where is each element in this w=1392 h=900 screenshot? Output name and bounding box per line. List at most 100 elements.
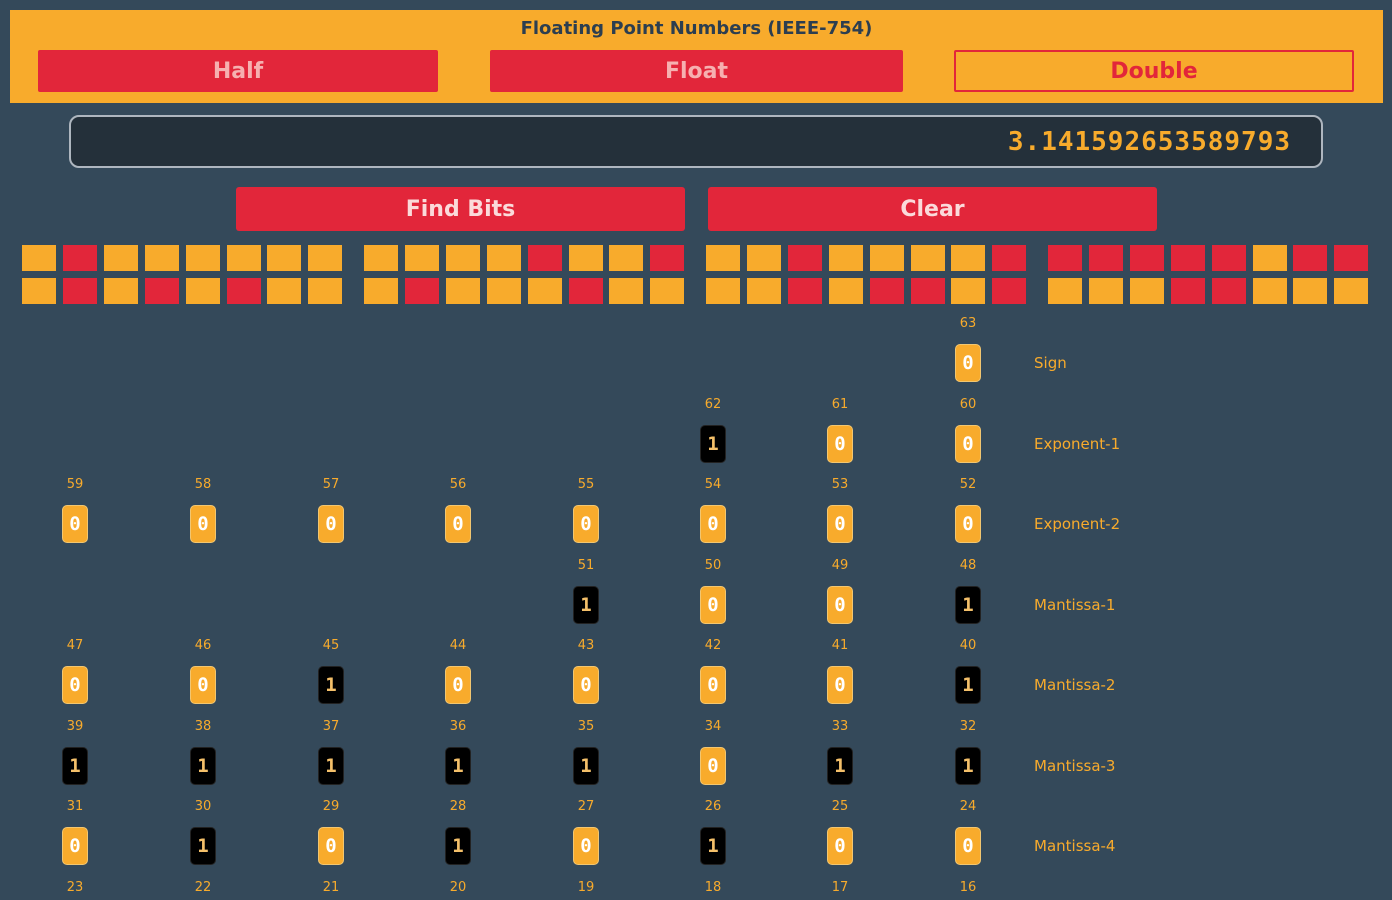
bit-position: 37 <box>322 718 340 734</box>
bit-position: 49 <box>831 557 849 573</box>
bit-value[interactable]: 1 <box>190 827 216 865</box>
bit-value[interactable]: 1 <box>955 746 981 785</box>
bit-cell <box>1293 278 1328 304</box>
bit-cell <box>226 278 261 304</box>
bit-value[interactable]: 1 <box>573 585 599 624</box>
half-mode-button[interactable]: Half <box>38 50 438 92</box>
bit-cell <box>226 245 261 271</box>
bit-cell <box>869 278 904 304</box>
bit-position: 30 <box>194 799 212 814</box>
bit-value[interactable]: 0 <box>700 505 726 543</box>
bit-cell <box>267 245 302 271</box>
bit-cell <box>992 245 1027 271</box>
bit-position: 50 <box>704 557 722 573</box>
bit-cell <box>951 245 986 271</box>
bit-position: 24 <box>959 799 977 814</box>
bit-value[interactable]: 0 <box>445 666 471 704</box>
bit-cell <box>103 278 138 304</box>
bit-position: 18 <box>704 879 722 895</box>
float-mode-button[interactable]: Float <box>490 50 903 92</box>
bit-position: 27 <box>577 799 595 814</box>
header-bar: Floating Point Numbers (IEEE-754) Half F… <box>10 10 1383 103</box>
bit-cell <box>404 245 439 271</box>
bit-value[interactable]: 0 <box>190 505 216 543</box>
bit-cell <box>1048 245 1082 271</box>
bit-position: 48 <box>959 557 977 573</box>
bit-value[interactable]: 1 <box>955 666 981 704</box>
bit-position: 63 <box>959 316 977 331</box>
bit-value[interactable]: 0 <box>190 666 216 704</box>
bit-position: 46 <box>194 638 212 653</box>
bit-value[interactable]: 0 <box>827 505 853 543</box>
bit-cell <box>787 278 822 304</box>
bit-cell <box>1293 245 1328 271</box>
bit-cell <box>185 245 220 271</box>
bit-cell <box>1170 278 1205 304</box>
double-mode-button[interactable]: Double <box>954 50 1354 92</box>
bit-position: 26 <box>704 799 722 814</box>
bit-value[interactable]: 0 <box>573 505 599 543</box>
bit-cell <box>22 278 56 304</box>
bit-value[interactable]: 0 <box>62 666 88 704</box>
bit-value[interactable]: 1 <box>700 827 726 865</box>
bit-cell <box>144 245 179 271</box>
bit-value[interactable]: 0 <box>955 505 981 543</box>
bit-value[interactable]: 0 <box>827 666 853 704</box>
bit-position: 34 <box>704 718 722 734</box>
bit-value[interactable]: 1 <box>62 746 88 785</box>
bit-value[interactable]: 0 <box>955 827 981 865</box>
bit-value[interactable]: 1 <box>445 746 471 785</box>
bit-value[interactable]: 0 <box>445 505 471 543</box>
bit-cell <box>568 278 603 304</box>
bit-position: 38 <box>194 718 212 734</box>
bit-value[interactable]: 0 <box>700 666 726 704</box>
bit-value[interactable]: 1 <box>827 746 853 785</box>
bit-value[interactable]: 0 <box>955 344 981 382</box>
bit-cell <box>706 278 740 304</box>
bit-value[interactable]: 1 <box>318 666 344 704</box>
bit-cell <box>62 245 97 271</box>
bit-position: 58 <box>194 477 212 492</box>
app-title: Floating Point Numbers (IEEE-754) <box>520 18 873 39</box>
bit-cell <box>267 278 302 304</box>
bit-value[interactable]: 0 <box>700 746 726 785</box>
find-bits-button[interactable]: Find Bits <box>236 187 685 231</box>
bit-value[interactable]: 1 <box>190 746 216 785</box>
bit-cell <box>1170 245 1205 271</box>
bit-row-label: Exponent-1 <box>1034 434 1121 453</box>
clear-button[interactable]: Clear <box>708 187 1157 231</box>
bit-position: 36 <box>449 718 467 734</box>
bit-row-label: Sign <box>1034 354 1067 372</box>
bit-position: 19 <box>577 879 595 895</box>
bit-position: 42 <box>704 638 722 653</box>
bit-cell <box>103 245 138 271</box>
bit-value[interactable]: 0 <box>573 666 599 704</box>
bit-cell <box>308 245 343 271</box>
bit-value[interactable]: 0 <box>573 827 599 865</box>
bit-value[interactable]: 0 <box>827 424 853 463</box>
bit-value[interactable]: 0 <box>62 827 88 865</box>
bit-cell <box>404 278 439 304</box>
bit-value[interactable]: 1 <box>445 827 471 865</box>
bit-row-label: Exponent-2 <box>1034 515 1121 533</box>
bit-value[interactable]: 0 <box>827 827 853 865</box>
bit-value[interactable]: 1 <box>700 424 726 463</box>
bit-cell <box>1088 278 1123 304</box>
bit-value[interactable]: 0 <box>62 505 88 543</box>
bit-value[interactable]: 1 <box>955 585 981 624</box>
bit-value[interactable]: 0 <box>700 585 726 624</box>
bit-value[interactable]: 0 <box>318 505 344 543</box>
bit-cell <box>364 278 398 304</box>
bit-cell <box>486 245 521 271</box>
bit-position: 60 <box>959 396 977 412</box>
bit-value[interactable]: 1 <box>573 746 599 785</box>
bit-cell <box>1252 245 1287 271</box>
bit-value[interactable]: 0 <box>955 424 981 463</box>
bit-value[interactable]: 0 <box>827 585 853 624</box>
bit-position: 55 <box>577 477 595 492</box>
bit-cell <box>828 245 863 271</box>
bit-value[interactable]: 1 <box>318 746 344 785</box>
bit-row-label: Mantissa-4 <box>1034 837 1116 855</box>
number-input[interactable]: 3.141592653589793 <box>69 115 1323 168</box>
bit-value[interactable]: 0 <box>318 827 344 865</box>
